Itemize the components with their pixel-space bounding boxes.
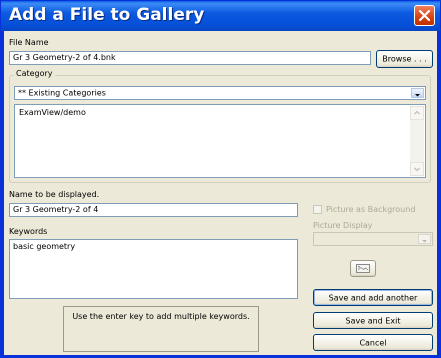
- picture-background-label: Picture as Background: [326, 205, 416, 214]
- display-name-label: Name to be displayed.: [9, 190, 100, 199]
- picture-display-label: Picture Display: [313, 221, 373, 230]
- browse-button[interactable]: Browse . . .: [376, 50, 433, 68]
- title-bar[interactable]: Add a File to Gallery: [1, 1, 440, 31]
- keywords-label: Keywords: [9, 227, 48, 236]
- chevron-down-icon: [414, 167, 420, 172]
- window-title: Add a File to Gallery: [9, 5, 205, 25]
- category-group-label: Category: [14, 69, 55, 78]
- scroll-down-button[interactable]: [410, 162, 424, 176]
- cancel-button[interactable]: Cancel: [313, 334, 433, 351]
- keywords-hint-box: Use the enter key to add multiple keywor…: [63, 306, 259, 352]
- keywords-textarea[interactable]: basic geometry: [9, 239, 298, 299]
- cancel-label: Cancel: [359, 338, 387, 347]
- close-icon: [419, 10, 430, 21]
- category-list[interactable]: ExamView/demo: [14, 104, 426, 178]
- dialog-window: Add a File to Gallery File Name Gr 3 Geo…: [0, 0, 441, 358]
- chevron-up-icon: [414, 110, 420, 115]
- save-and-exit-label: Save and Exit: [345, 316, 401, 325]
- category-list-item[interactable]: ExamView/demo: [19, 108, 86, 117]
- category-dropdown-value: ** Existing Categories: [18, 88, 106, 98]
- category-dropdown-arrow[interactable]: [411, 88, 424, 98]
- picture-button[interactable]: [350, 260, 376, 277]
- category-dropdown[interactable]: ** Existing Categories: [14, 86, 426, 100]
- save-and-add-another-label: Save and add another: [328, 293, 418, 302]
- category-list-scrollbar[interactable]: [410, 106, 424, 176]
- save-and-add-another-button[interactable]: Save and add another: [313, 289, 433, 306]
- save-and-exit-button[interactable]: Save and Exit: [313, 312, 433, 329]
- dialog-body: File Name Gr 3 Geometry-2 of 4.bnk Brows…: [4, 31, 437, 355]
- browse-button-label: Browse . . .: [382, 54, 427, 64]
- file-name-label: File Name: [9, 38, 49, 47]
- chevron-down-icon: [422, 240, 427, 243]
- close-button[interactable]: [414, 5, 435, 26]
- picture-background-checkbox[interactable]: [313, 205, 322, 214]
- scroll-up-button[interactable]: [410, 106, 424, 120]
- picture-icon: [356, 264, 370, 273]
- picture-display-dropdown[interactable]: [313, 232, 433, 246]
- display-name-input[interactable]: Gr 3 Geometry-2 of 4: [9, 203, 298, 217]
- picture-display-arrow[interactable]: [418, 234, 431, 244]
- keywords-hint-text: Use the enter key to add multiple keywor…: [72, 312, 250, 321]
- file-name-input[interactable]: Gr 3 Geometry-2 of 4.bnk: [9, 51, 371, 65]
- chevron-down-icon: [415, 94, 420, 97]
